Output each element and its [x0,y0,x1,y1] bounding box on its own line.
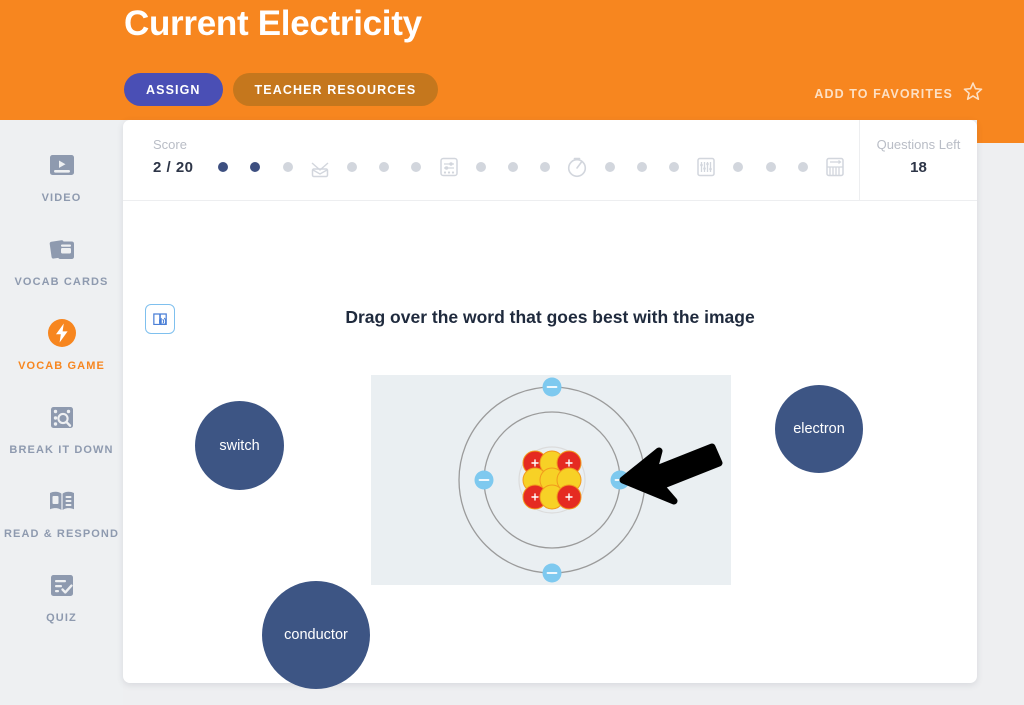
progress-node-1 [207,162,239,172]
sidebar-item-vocab-cards[interactable]: VOCAB CARDS [0,232,123,290]
score-caption: Score [153,137,187,152]
progress-node-6 [368,162,400,172]
progress-node-17 [722,162,754,172]
progress-dot-13 [604,162,615,172]
questions-left-value: 18 [910,159,927,176]
progress-dot-9 [475,162,486,172]
progress-node-3 [271,162,303,172]
pointer-arrow-icon [619,443,723,505]
progress-dot-1 [218,162,229,172]
progress-dot-2 [250,162,261,172]
progress-node-15 [658,162,690,172]
progress-dot-10 [507,162,518,172]
progress-dot-18 [765,162,776,172]
vocab-cards-icon [45,232,79,266]
sidebar-item-vocab-game[interactable]: VOCAB GAME [0,316,123,374]
progress-track [201,120,859,200]
progress-node-10 [497,162,529,172]
activity-card: Score 2 / 20 Questions Left 18 Drag over… [123,120,977,689]
progress-dot-7 [411,162,422,172]
progress-dot-3 [282,162,293,172]
score-value: 2 / 20 [153,159,194,176]
sidebar-label-video: VIDEO [41,192,82,204]
progress-node-7 [400,162,432,172]
progress-node-18 [754,162,786,172]
answer-label-electron: electron [793,421,845,437]
progress-node-2 [239,162,271,172]
questions-left-caption: Questions Left [876,137,961,152]
sidebar-item-quiz[interactable]: QUIZ [0,568,123,626]
milestone-instrument-icon [304,155,336,179]
question-prompt: Drag over the word that goes best with t… [345,307,755,327]
sidebar-item-read-and-respond[interactable]: READ & RESPOND [0,484,123,542]
sidebar-label-vocab-cards: VOCAB CARDS [14,276,109,288]
score-bar: Score 2 / 20 Questions Left 18 [123,120,977,201]
video-icon [45,148,79,182]
progress-dot-5 [346,162,357,172]
sidebar-item-break-it-down[interactable]: BREAK IT DOWN [0,400,123,458]
add-to-favorites-label: ADD TO FAVORITES [814,87,953,101]
sidebar-label-quiz: QUIZ [46,612,77,624]
progress-dot-15 [668,162,679,172]
question-area: Drag over the word that goes best with t… [123,201,977,689]
atom-diagram [371,375,731,585]
sidebar-item-video[interactable]: VIDEO [0,148,123,206]
progress-dot-6 [379,162,390,172]
header-left-fill [0,0,123,120]
sidebar-label-vocab-game: VOCAB GAME [18,360,105,372]
progress-dot-14 [636,162,647,172]
left-sidebar: VIDEO VOCAB CARDS VOCAB GAME BREAK IT DO… [0,120,123,705]
progress-dot-17 [733,162,744,172]
open-book-icon [45,484,79,518]
progress-dot-11 [540,162,551,172]
answer-bubble-electron[interactable]: electron [775,385,863,473]
teacher-resources-button[interactable]: TEACHER RESOURCES [232,73,439,106]
assign-button[interactable]: ASSIGN [124,73,223,106]
progress-node-13 [593,162,625,172]
checklist-icon [45,568,79,602]
answer-label-conductor: conductor [284,627,348,643]
progress-node-5 [336,162,368,172]
nucleus [522,450,582,510]
answer-label-switch: switch [219,437,260,454]
progress-dot-19 [797,162,808,172]
page-title: Current Electricity [124,4,422,43]
progress-node-11 [529,162,561,172]
header-right-fill [977,0,1024,143]
milestone-mixer-icon [690,155,722,179]
star-outline-icon [962,81,984,107]
progress-node-19 [787,162,819,172]
add-to-favorites-button[interactable]: ADD TO FAVORITES [814,81,984,107]
sidebar-label-break-it-down: BREAK IT DOWN [9,444,114,456]
questions-left-block: Questions Left 18 [859,120,977,200]
milestone-panel-icon [432,155,464,179]
vocab-game-screen: Current Electricity ASSIGN TEACHER RESOU… [0,0,1024,705]
header-button-row: ASSIGN TEACHER RESOURCES [124,73,439,106]
sidebar-label-read-and-respond: READ & RESPOND [3,528,120,540]
lightning-bolt-icon [45,316,79,350]
answer-bubble-conductor[interactable]: conductor [262,581,370,689]
progress-node-14 [626,162,658,172]
magnifier-grid-icon [45,400,79,434]
progress-node-9 [465,162,497,172]
milestone-timer-icon [561,155,593,179]
milestone-keyboard-icon [819,155,851,179]
score-block: Score 2 / 20 [123,120,201,200]
answer-bubble-switch[interactable]: switch [195,401,284,490]
